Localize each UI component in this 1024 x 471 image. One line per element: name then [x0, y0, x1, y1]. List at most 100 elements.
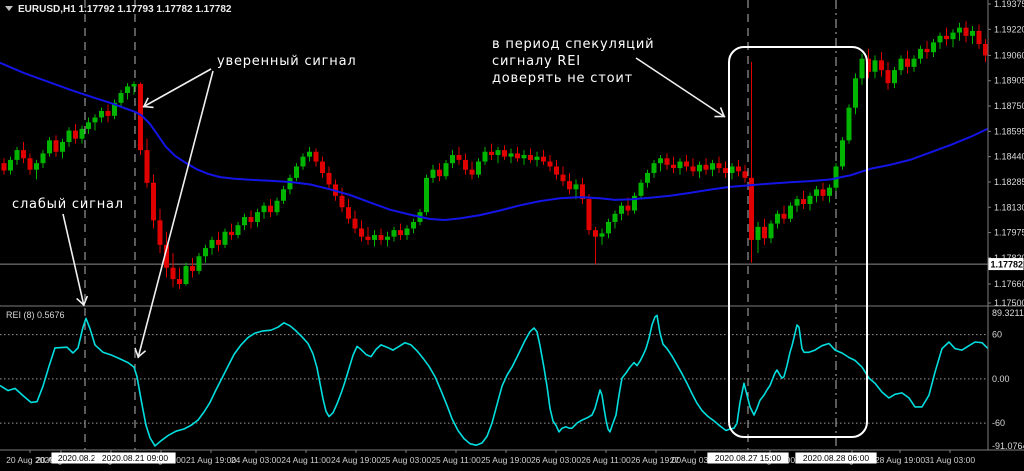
candle-bull — [853, 78, 858, 107]
candle-bull — [957, 28, 962, 33]
price-label: 1.18750 — [994, 101, 1024, 111]
candle-bull — [294, 166, 299, 177]
time-label: 21 Aug 19:00 — [186, 455, 236, 465]
candle-bear — [554, 166, 559, 174]
annotation-arrow[interactable] — [63, 214, 84, 306]
candle-bear — [944, 36, 949, 39]
candle-bull — [184, 266, 189, 284]
candle-bull — [483, 152, 488, 162]
candle-bear — [502, 150, 507, 157]
candle-bear — [340, 196, 345, 207]
candle-bull — [411, 222, 416, 229]
annotation-arrow[interactable] — [138, 71, 213, 358]
candle-bear — [723, 168, 728, 173]
candle-bear — [463, 160, 468, 170]
candle-bull — [119, 93, 124, 103]
candle-bear — [801, 199, 806, 204]
annotation-arrow[interactable] — [143, 69, 211, 107]
candle-bull — [652, 163, 657, 173]
svg-text:доверять не стоит: доверять не стоит — [492, 71, 633, 86]
annotation-weak-signal[interactable]: слабый сигнал — [12, 197, 124, 212]
candle-bear — [151, 183, 156, 221]
candle-bull — [60, 142, 65, 152]
candle-bull — [697, 165, 702, 172]
price-label: 1.18440 — [994, 152, 1024, 162]
annotation-speculation[interactable]: в период спекуляций сигналу REI доверять… — [492, 37, 654, 86]
candle-bear — [470, 170, 475, 175]
time-label: 25 Aug 19:00 — [481, 455, 531, 465]
candle-bull — [730, 166, 735, 173]
time-label: 26 Aug 03:00 — [531, 455, 581, 465]
candle-bear — [567, 181, 572, 189]
candle-bear — [2, 163, 7, 170]
candle-bear — [366, 237, 371, 240]
candle-bull — [93, 117, 98, 122]
candle-bear — [905, 59, 910, 67]
candle-bull — [255, 212, 260, 222]
price-label: 1.18905 — [994, 76, 1024, 86]
moving-average-line — [0, 63, 988, 220]
candle-bull — [223, 232, 228, 245]
svg-text:сигналу REI: сигналу REI — [492, 54, 581, 69]
candle-bear — [925, 49, 930, 52]
price-label: 1.18595 — [994, 126, 1024, 136]
event-vlines-layer — [85, 0, 836, 450]
candle-bull — [600, 233, 605, 236]
candle-bear — [359, 228, 364, 236]
rei-level-label: -60 — [992, 418, 1005, 428]
candle-bull — [912, 59, 917, 67]
candle-bull — [918, 49, 923, 59]
chart-canvas[interactable]: 89.3211600.00-60-91.0764 1.193751.192201… — [0, 0, 1024, 471]
annotation-strong-signal[interactable]: уверенный сигнал — [217, 54, 356, 69]
candle-bull — [288, 178, 293, 189]
candle-bear — [886, 70, 891, 83]
candle-bull — [242, 217, 247, 225]
candle-bear — [541, 157, 546, 162]
candle-bear — [73, 131, 78, 139]
candle-bear — [717, 163, 722, 168]
candle-bull — [769, 224, 774, 239]
candle-bull — [41, 153, 46, 163]
candle-bear — [379, 235, 384, 240]
candle-bull — [385, 237, 390, 240]
candle-bear — [977, 31, 982, 44]
candle-bull — [808, 196, 813, 204]
candle-bear — [561, 175, 566, 182]
candle-bear — [145, 150, 150, 183]
price-axis[interactable]: 1.193751.192201.190601.189051.187501.185… — [988, 0, 1024, 308]
candle-bull — [535, 157, 540, 160]
annotation-arrow[interactable] — [636, 58, 725, 117]
candle-bull — [80, 129, 85, 139]
candle-bull — [613, 214, 618, 222]
candle-bull — [210, 240, 215, 248]
time-label: 24 Aug 11:00 — [281, 455, 331, 465]
candle-bear — [457, 155, 462, 160]
candle-bull — [788, 206, 793, 219]
candle-bear — [593, 230, 598, 237]
candle-bear — [158, 220, 163, 244]
candle-bull — [99, 111, 104, 118]
candle-bull — [496, 150, 501, 155]
candle-bear — [587, 199, 592, 230]
candle-bull — [873, 60, 878, 71]
time-axis[interactable]: 20 Aug 202020 Aug 19:0021 Aug 03:0021 Au… — [6, 450, 975, 465]
rei-level-label: 89.3211 — [992, 308, 1024, 318]
candle-bear — [749, 178, 754, 240]
candle-bull — [827, 188, 832, 196]
highlight-box[interactable] — [729, 47, 867, 437]
candle-bull — [639, 183, 644, 196]
mt4-chart-window: 89.3211600.00-60-91.0764 1.193751.192201… — [0, 0, 1024, 471]
candle-bear — [346, 207, 351, 218]
candle-bear — [190, 266, 195, 271]
moving-average-layer — [0, 63, 988, 220]
symbol-dropdown-icon[interactable] — [5, 6, 13, 11]
candle-bull — [840, 140, 845, 166]
candle-bull — [275, 201, 280, 212]
candle-bull — [444, 163, 449, 176]
vline-timestamp: 2020.08.27 15:00 — [715, 453, 781, 463]
candle-bear — [398, 230, 403, 235]
candle-bull — [372, 235, 377, 240]
candle-bear — [743, 171, 748, 178]
candle-bull — [899, 59, 904, 70]
vline-timestamp: 2020.08.28 06:00 — [803, 453, 869, 463]
